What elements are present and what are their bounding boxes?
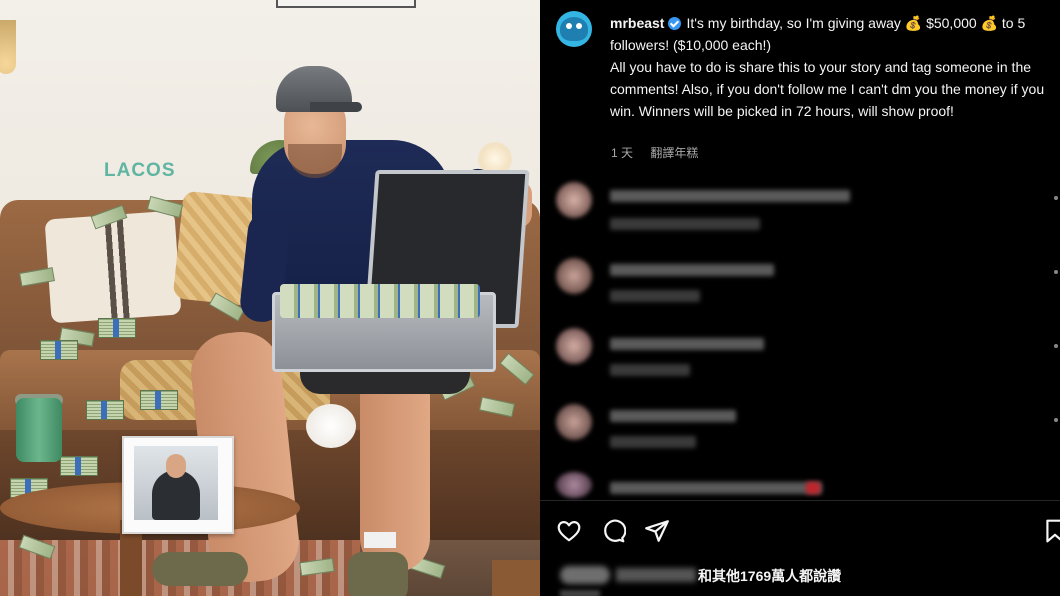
shirt-logo-text: LACOS (104, 160, 176, 181)
bookmark-icon[interactable] (1042, 518, 1060, 544)
post-meta: 1 天 翻譯年糕 (611, 144, 712, 161)
cash-stack (98, 318, 136, 338)
comment-like-icon[interactable] (1054, 196, 1058, 200)
comment-avatar[interactable] (556, 404, 592, 440)
comment-avatar[interactable] (556, 258, 592, 294)
cash-stack (140, 390, 178, 410)
caption-amount: $50,000 (926, 15, 977, 31)
comment-text-blurred (610, 338, 764, 350)
comment-like-icon[interactable] (1054, 270, 1058, 274)
comment-text-blurred (610, 190, 850, 202)
post-photo[interactable]: LACOS (0, 0, 540, 596)
comment-text-blurred (610, 410, 736, 422)
likes-count[interactable]: 和其他1769萬人都說讚 (698, 566, 841, 586)
wall-picture-frame (276, 0, 416, 8)
post-sidebar: mrbeast It's my birthday, so I'm giving a… (540, 0, 1060, 596)
comment-like-icon[interactable] (1054, 344, 1058, 348)
money-bag-emoji: 💰 (980, 15, 999, 31)
sock (364, 532, 396, 548)
comment-text-blurred (610, 482, 822, 494)
comment-avatar[interactable] (556, 182, 592, 218)
caption-text-body: All you have to do is share this to your… (610, 59, 1045, 119)
liker-name-blurred[interactable] (616, 568, 696, 582)
striped-pillow (44, 210, 182, 324)
plant-pot (492, 560, 540, 596)
liker-avatars-blurred[interactable] (560, 566, 610, 584)
comment-meta-blurred (610, 290, 700, 302)
share-icon[interactable] (644, 518, 670, 544)
avatar-eye (576, 23, 582, 29)
actions-divider (540, 500, 1060, 501)
profile-avatar[interactable] (556, 11, 592, 47)
comment-meta-blurred (610, 364, 690, 376)
cash-stack (40, 340, 78, 360)
caption-text: It's my birthday, so I'm giving away (686, 15, 905, 31)
cash-stack (60, 456, 98, 476)
money-bag-emoji: 💰 (904, 15, 923, 31)
cap-brim (310, 102, 362, 112)
comment-icon[interactable] (600, 518, 626, 544)
wall-lamp (0, 20, 16, 74)
green-candle-jar (16, 398, 62, 462)
comment-text-blurred (610, 264, 774, 276)
post-time[interactable]: 1 天 (611, 146, 633, 160)
left-slide-sandal (152, 552, 248, 586)
verified-badge-icon (668, 17, 682, 30)
post-date-blurred (560, 590, 600, 596)
comment-avatar[interactable] (556, 328, 592, 364)
photo-frame-head (166, 454, 186, 478)
post-caption: mrbeast It's my birthday, so I'm giving a… (610, 12, 1050, 122)
comment-like-icon[interactable] (1054, 418, 1058, 422)
comment-emoji-blurred (806, 482, 820, 494)
heart-icon[interactable] (556, 518, 582, 544)
right-slide-sandal (348, 552, 408, 596)
comment-meta-blurred (610, 436, 696, 448)
username-link[interactable]: mrbeast (610, 15, 664, 31)
cash-stack (86, 400, 124, 420)
translate-link[interactable]: 翻譯年糕 (650, 146, 698, 160)
comment-avatar[interactable] (556, 472, 592, 498)
briefcase-cash (280, 284, 480, 318)
avatar-beast-logo (560, 17, 588, 41)
avatar-eye (566, 23, 572, 29)
comment-meta-blurred (610, 218, 760, 230)
